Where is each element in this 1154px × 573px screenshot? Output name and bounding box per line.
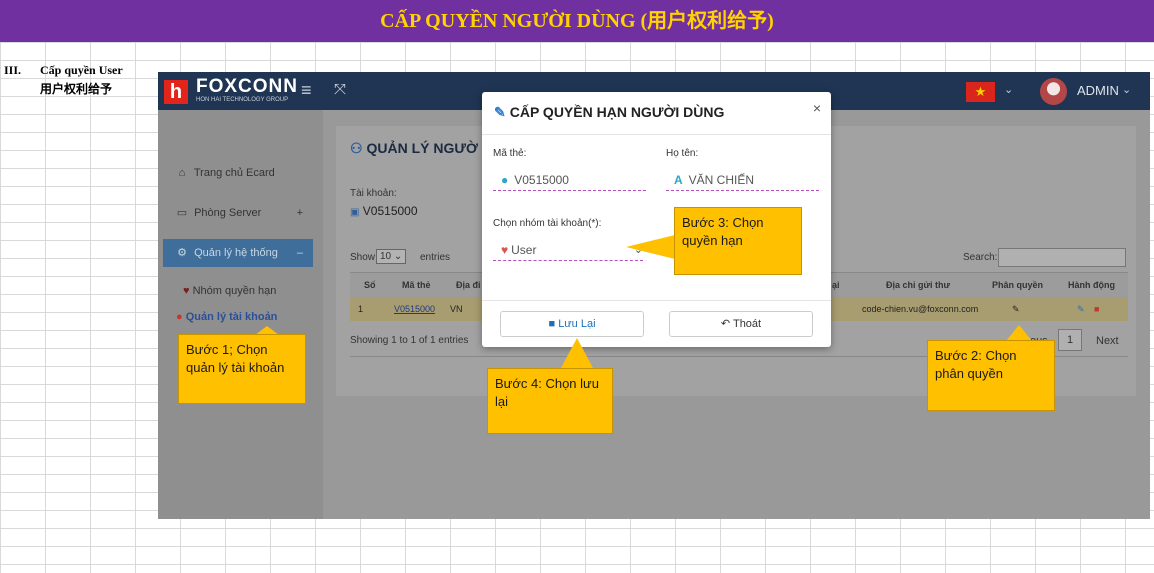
chevron-down-icon[interactable]: ⌄: [1122, 83, 1131, 96]
next-page-button[interactable]: Next: [1096, 335, 1119, 347]
callout-step3: Bước 3: Chọn quyền hạn: [674, 207, 802, 275]
save-button[interactable]: ■ Lưu Lại: [500, 311, 644, 337]
section-number: III.: [4, 63, 22, 77]
page-title: ⚇ QUẢN LÝ NGƯỜ: [350, 140, 478, 156]
table-info: Showing 1 to 1 of 1 entries: [350, 335, 469, 346]
entries-label: entries: [420, 252, 451, 263]
location-cell: VN: [450, 304, 463, 314]
close-icon[interactable]: ×: [813, 100, 821, 116]
logo-text: FOXCONN: [196, 76, 298, 97]
sidebar-subitem-label: Nhóm quyền hạn: [192, 285, 277, 297]
card-link[interactable]: V0515000: [394, 297, 435, 321]
account-input[interactable]: ▣ V0515000: [350, 204, 480, 224]
exit-button[interactable]: ↶ Thoát: [669, 311, 813, 337]
callout-pointer: [626, 235, 675, 259]
edit-permission-icon[interactable]: ✎: [1012, 297, 1020, 321]
col-header[interactable]: Số: [364, 273, 376, 297]
font-icon: A: [674, 173, 683, 187]
sidebar-item-system[interactable]: ⚙ Quản lý hệ thống –: [163, 239, 313, 267]
users-cog-icon: ⚇: [350, 140, 363, 156]
edit-icon[interactable]: ✎: [1077, 297, 1085, 321]
col-header[interactable]: ại: [832, 273, 840, 297]
name-field[interactable]: A VĂN CHIẾN: [666, 170, 819, 191]
id-card-icon: ▣: [350, 207, 360, 218]
server-icon: ▭: [176, 207, 188, 219]
shield-icon: ♥: [183, 285, 190, 297]
section-title: Cấp quyền User: [40, 63, 123, 77]
sidebar-item-server[interactable]: ▭ Phòng Server +: [163, 199, 313, 227]
avatar[interactable]: [1040, 78, 1067, 105]
hamburger-menu-icon[interactable]: ≡: [301, 80, 312, 101]
sidebar-item-label: Quản lý hệ thống: [194, 247, 278, 259]
callout-step4: Bước 4: Chọn lưu lại: [487, 368, 613, 434]
home-icon: ⌂: [178, 167, 186, 179]
page-size-select[interactable]: 10 ⌄: [376, 249, 407, 264]
user-name[interactable]: ADMIN: [1077, 83, 1119, 98]
chevron-down-icon[interactable]: ⌄: [1004, 83, 1013, 96]
col-header[interactable]: Hành động: [1068, 273, 1115, 297]
foxconn-logo-icon: h: [164, 80, 188, 104]
sidebar-subitem-permission-group[interactable]: ♥ Nhóm quyền hạn: [183, 285, 276, 297]
user-icon: ●: [501, 173, 509, 187]
trash-icon[interactable]: ■: [1094, 297, 1099, 321]
modal-title: ✎ CẤP QUYỀN HẠN NGƯỜI DÙNG: [494, 104, 725, 120]
gear-icon: ⚙: [177, 247, 187, 259]
search-input[interactable]: [998, 248, 1126, 267]
logo-subtitle: HON HAI TECHNOLOGY GROUP: [196, 97, 289, 103]
row-number: 1: [358, 304, 364, 314]
sidebar-item-home[interactable]: ⌂ Trang chủ Ecard: [163, 159, 313, 187]
sidebar-subitem-label: Quản lý tài khoản: [185, 311, 278, 323]
save-icon: ■: [548, 318, 556, 330]
divider: [482, 134, 831, 135]
vietnam-flag-icon[interactable]: ★: [966, 82, 995, 102]
sidebar-item-label: Phòng Server: [194, 207, 262, 219]
col-header[interactable]: Phân quyền: [992, 273, 1043, 297]
callout-step2: Bước 2: Chọn phân quyền: [927, 340, 1055, 411]
search-label: Search:: [963, 252, 998, 263]
expand-toggle[interactable]: +: [297, 199, 303, 227]
col-header[interactable]: Địa chỉ gửi thư: [886, 273, 950, 297]
callout-pointer: [1006, 325, 1032, 341]
callout-pointer: [561, 338, 593, 368]
fullscreen-icon[interactable]: ⤧: [334, 81, 346, 98]
page-1-button[interactable]: 1: [1058, 329, 1083, 351]
account-label: Tài khoản:: [350, 188, 397, 199]
name-label: Họ tên:: [666, 148, 699, 159]
callout-step1: Bước 1; Chọn quản lý tài khoản: [178, 334, 306, 404]
group-select[interactable]: ♥ User ⌄: [493, 240, 643, 261]
pencil-icon: ✎: [494, 104, 506, 120]
sidebar-subitem-account-management[interactable]: ● Quản lý tài khoản: [176, 311, 277, 323]
show-label: Show: [350, 252, 376, 263]
sidebar-item-label: Trang chủ Ecard: [193, 167, 275, 179]
card-label: Mã thẻ:: [493, 148, 527, 159]
card-field[interactable]: ● V0515000: [493, 170, 646, 191]
divider: [482, 300, 831, 301]
sidebar: ⌂ Trang chủ Ecard ▭ Phòng Server + ⚙ Quả…: [158, 110, 323, 519]
users-icon: ●: [176, 311, 183, 323]
col-header[interactable]: Mã thẻ: [402, 273, 431, 297]
section-subtitle: 用户权利给予: [40, 82, 113, 96]
shield-icon: ♥: [501, 243, 509, 257]
page-banner: CẤP QUYỀN NGƯỜI DÙNG (用户权利给予): [0, 0, 1154, 42]
col-header[interactable]: Địa đi: [456, 273, 481, 297]
collapse-toggle[interactable]: –: [297, 239, 303, 267]
undo-icon: ↶: [720, 318, 731, 330]
email-cell: code-chien.vu@foxconn.com: [862, 304, 979, 314]
group-label: Chọn nhóm tài khoản(*):: [493, 218, 602, 229]
